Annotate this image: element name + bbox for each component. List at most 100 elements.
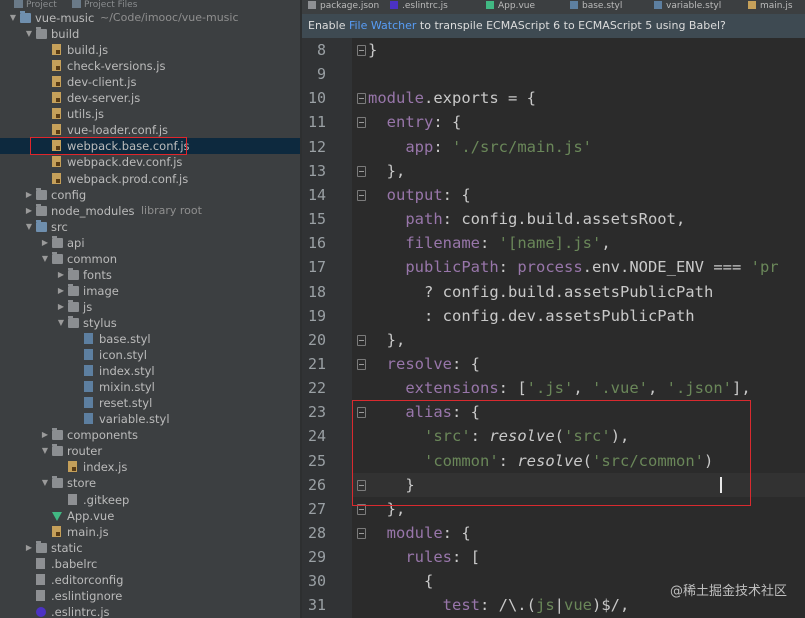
editor-tab[interactable]: .eslintrc.js	[390, 0, 448, 14]
fold-marker-icon[interactable]	[357, 117, 366, 129]
expand-arrow-open-icon[interactable]: ▼	[24, 26, 34, 42]
tree-file[interactable]: webpack.dev.conf.js	[0, 154, 300, 170]
tree-file[interactable]: .eslintrc.js	[0, 604, 300, 618]
expand-arrow-closed-icon[interactable]: ▶	[56, 283, 66, 299]
tree-folder[interactable]: ▶ node_modules library root	[0, 203, 300, 219]
tree-file[interactable]: reset.styl	[0, 395, 300, 411]
tree-folder[interactable]: ▼ store	[0, 475, 300, 491]
tree-file[interactable]: base.styl	[0, 331, 300, 347]
fold-marker-icon[interactable]	[357, 45, 366, 56]
tree-folder[interactable]: ▼ build	[0, 26, 300, 42]
tree-file[interactable]: dev-server.js	[0, 90, 300, 106]
expand-arrow-open-icon[interactable]: ▼	[40, 443, 50, 459]
editor-tab-label: variable.styl	[666, 1, 722, 11]
tree-folder[interactable]: ▶ static	[0, 540, 300, 556]
expand-arrow-open-icon[interactable]: ▼	[24, 219, 34, 235]
tree-file[interactable]: index.styl	[0, 363, 300, 379]
config-file-icon	[36, 557, 45, 569]
expand-arrow-closed-icon[interactable]: ▶	[56, 267, 66, 283]
editor-tab[interactable]: variable.styl	[654, 0, 721, 14]
tree-item-label: common	[67, 251, 118, 266]
editor-tab[interactable]: main.js	[748, 0, 793, 14]
tree-folder[interactable]: ▶ fonts	[0, 267, 300, 283]
line-number: 17	[307, 258, 326, 277]
editor-tab[interactable]: App.vue	[486, 0, 535, 14]
tree-folder[interactable]: ▼ common	[0, 251, 300, 267]
expand-arrow-open-icon[interactable]: ▼	[40, 475, 50, 491]
tree-file[interactable]: mixin.styl	[0, 379, 300, 395]
code-line: },	[368, 159, 805, 183]
expand-arrow-closed-icon[interactable]: ▶	[40, 235, 50, 251]
tree-file[interactable]: .eslintignore	[0, 588, 300, 604]
tree-item-label: image	[83, 283, 119, 298]
tree-file[interactable]: App.vue	[0, 508, 300, 524]
tree-file[interactable]: check-versions.js	[0, 58, 300, 74]
tree-file[interactable]: utils.js	[0, 106, 300, 122]
line-number: 24	[307, 427, 326, 446]
editor-tab[interactable]: base.styl	[570, 0, 622, 14]
tree-item-label: main.js	[67, 524, 109, 539]
fold-marker-icon[interactable]	[357, 358, 366, 370]
tree-file[interactable]: variable.styl	[0, 411, 300, 427]
stylus-file-icon	[84, 381, 93, 393]
tree-file[interactable]: dev-client.js	[0, 74, 300, 90]
tree-file[interactable]: .gitkeep	[0, 492, 300, 508]
notification-text-post: to transpile ECMAScript 6 to ECMAScript …	[416, 19, 726, 32]
editor-tab[interactable]: package.json	[308, 0, 379, 14]
code-token: '[name].js'	[498, 234, 602, 253]
tree-item-label: icon.styl	[99, 348, 147, 363]
code-token: : config.dev.assetsPublicPath	[368, 306, 695, 325]
expand-arrow-open-icon[interactable]: ▼	[40, 251, 50, 267]
code-token: ? config.build.assetsPublicPath	[368, 282, 714, 301]
tree-item-label: stylus	[83, 315, 117, 330]
expand-arrow-open-icon[interactable]: ▼	[56, 315, 66, 331]
code-token: ,	[573, 379, 592, 398]
tree-file[interactable]: build.js	[0, 42, 300, 58]
expand-arrow-closed-icon[interactable]: ▶	[24, 187, 34, 203]
tree-file[interactable]: index.js	[0, 459, 300, 475]
project-icon	[14, 0, 23, 8]
tree-folder[interactable]: ▶ api	[0, 235, 300, 251]
tree-file[interactable]: vue-loader.conf.js	[0, 122, 300, 138]
tree-folder[interactable]: ▶ components	[0, 427, 300, 443]
tree-item-label: App.vue	[67, 508, 115, 523]
fold-marker-icon[interactable]	[357, 189, 366, 201]
tree-file[interactable]: webpack.prod.conf.js	[0, 171, 300, 187]
fold-marker-icon[interactable]	[357, 334, 366, 346]
tree-item-label: webpack.prod.conf.js	[67, 171, 189, 186]
code-line: module.exports = {	[368, 86, 805, 110]
folder-icon	[68, 283, 79, 296]
js-file-icon	[52, 525, 61, 537]
tree-folder[interactable]: ▶ image	[0, 283, 300, 299]
tree-file[interactable]: icon.styl	[0, 347, 300, 363]
line-number: 29	[307, 548, 326, 567]
tree-folder[interactable]: ▼ stylus	[0, 315, 300, 331]
expand-arrow-open-icon[interactable]: ▼	[8, 10, 18, 26]
code-line: : config.dev.assetsPublicPath	[368, 304, 805, 328]
line-number: 19	[307, 306, 326, 325]
expand-arrow-closed-icon[interactable]: ▶	[56, 299, 66, 315]
fold-marker-icon[interactable]	[357, 528, 366, 539]
fold-marker-icon[interactable]	[357, 93, 366, 105]
tree-folder[interactable]: ▼ vue-music ~/Code/imooc/vue-music	[0, 10, 300, 26]
file-watcher-link[interactable]: File Watcher	[349, 19, 416, 32]
notification-text-pre: Enable	[308, 19, 349, 32]
tree-file[interactable]: main.js	[0, 524, 300, 540]
code-token: .env.NODE_ENV	[582, 258, 714, 277]
tree-folder[interactable]: ▶ js	[0, 299, 300, 315]
tree-folder[interactable]: ▼ router	[0, 443, 300, 459]
code-token: extensions	[368, 379, 499, 398]
tree-item-label: base.styl	[99, 332, 151, 346]
expand-arrow-closed-icon[interactable]: ▶	[24, 540, 34, 556]
tree-folder[interactable]: ▼ src	[0, 219, 300, 235]
tree-item-label: src	[51, 219, 68, 234]
code-token: '.json'	[666, 379, 732, 398]
fold-marker-icon[interactable]	[357, 165, 366, 177]
tree-folder[interactable]: ▶ config	[0, 187, 300, 203]
tree-item-label: js	[83, 299, 93, 314]
expand-arrow-closed-icon[interactable]: ▶	[24, 203, 34, 219]
tree-file[interactable]: .babelrc	[0, 556, 300, 572]
expand-arrow-closed-icon[interactable]: ▶	[40, 427, 50, 443]
tree-file[interactable]: .editorconfig	[0, 572, 300, 588]
line-number: 8	[316, 41, 326, 59]
